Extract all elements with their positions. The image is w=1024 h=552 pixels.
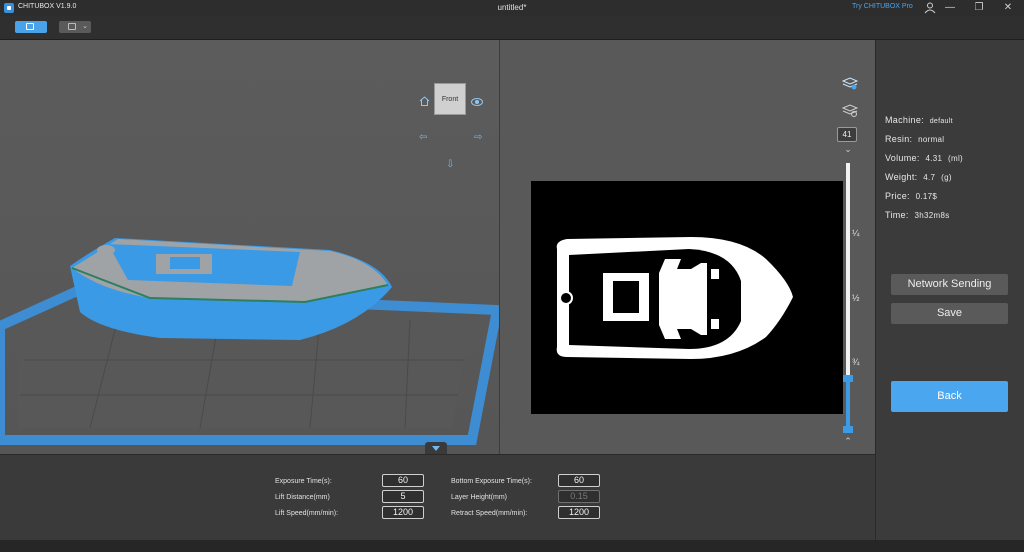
- weight-unit: (g): [941, 173, 952, 182]
- exposure-time-label: Exposure Time(s):: [275, 478, 332, 485]
- time-value: 3h32m8s: [914, 211, 950, 220]
- close-button[interactable]: ✕: [999, 1, 1017, 15]
- lift-distance-label: Lift Distance(mm): [275, 494, 330, 501]
- user-icon[interactable]: [921, 1, 939, 15]
- layer-dropdown-button[interactable]: ⌄: [59, 21, 91, 33]
- network-sending-button[interactable]: Network Sending: [891, 274, 1008, 295]
- bottom-exposure-label: Bottom Exposure Time(s):: [451, 478, 532, 485]
- layer-number-input[interactable]: 41: [837, 127, 857, 142]
- price-info: Price: 0.17$: [885, 191, 937, 201]
- layer-hide-icon[interactable]: [842, 103, 858, 117]
- layer-up-chevron-icon[interactable]: ⌃: [843, 436, 853, 447]
- 3d-viewport[interactable]: ⇧ ⇦ ⇨ ⇩: [0, 40, 504, 454]
- machine-value: default: [929, 118, 953, 125]
- minimize-button[interactable]: —: [941, 1, 959, 15]
- time-label: Time:: [885, 210, 909, 220]
- try-pro-link[interactable]: Try CHITUBOX Pro: [852, 3, 913, 10]
- cabin-opening: [613, 281, 639, 313]
- cabin-outline: [659, 259, 707, 339]
- slice-view-button[interactable]: [15, 21, 47, 33]
- toolbar: ⌄: [0, 16, 1024, 40]
- volume-unit: (ml): [948, 154, 964, 163]
- chitubox-window: CHITUBOX V1.9.0 untitled* Try CHITUBOX P…: [0, 0, 1024, 552]
- collapse-settings-toggle[interactable]: [425, 442, 447, 454]
- print-settings-panel: [0, 454, 875, 540]
- layer-height-input: 0.15: [558, 490, 600, 503]
- lift-distance-input[interactable]: 5: [382, 490, 424, 503]
- weight-info: Weight: 4.7 (g): [885, 172, 952, 182]
- chevron-down-icon: ⌄: [82, 23, 88, 30]
- slider-mark-half: ½: [852, 293, 860, 303]
- rotate-left-icon[interactable]: ⇦: [419, 133, 427, 143]
- layer-dropdown-icon: [68, 23, 76, 30]
- lift-speed-label: Lift Speed(mm/min):: [275, 510, 339, 517]
- slice-view-icon: [26, 23, 34, 30]
- layer-down-chevron-icon[interactable]: ⌄: [843, 144, 853, 155]
- view-cube[interactable]: Front: [434, 83, 466, 115]
- eye-icon[interactable]: [471, 98, 483, 106]
- bollard: [97, 245, 115, 255]
- volume-info: Volume: 4.31 (ml): [885, 153, 963, 163]
- layer-slider-fill: [846, 379, 850, 431]
- retract-speed-input[interactable]: 1200: [558, 506, 600, 519]
- weight-value: 4.7: [923, 173, 936, 182]
- lift-speed-input[interactable]: 1200: [382, 506, 424, 519]
- save-button[interactable]: Save: [891, 303, 1008, 324]
- resin-value: normal: [918, 135, 945, 144]
- restore-button[interactable]: ❐: [970, 1, 988, 15]
- rotate-down-icon[interactable]: ⇩: [446, 160, 454, 170]
- volume-value: 4.31: [925, 154, 943, 163]
- rotate-right-icon[interactable]: ⇨: [474, 133, 482, 143]
- resin-info: Resin: normal: [885, 134, 944, 144]
- resin-label: Resin:: [885, 134, 913, 144]
- time-info: Time: 3h32m8s: [885, 210, 950, 220]
- layer-slider-bottom-thumb[interactable]: [843, 426, 853, 433]
- bollard-hole: [559, 291, 573, 305]
- slider-mark-quarter: ¼: [852, 228, 860, 238]
- back-button[interactable]: Back: [891, 381, 1008, 412]
- volume-label: Volume:: [885, 153, 920, 163]
- cleat-bottom: [711, 319, 719, 329]
- cleat-top: [711, 269, 719, 279]
- machine-info: Machine: default: [885, 115, 953, 125]
- layer-height-label: Layer Height(mm): [451, 494, 508, 501]
- weight-label: Weight:: [885, 172, 918, 182]
- bottom-exposure-input[interactable]: 60: [558, 474, 600, 487]
- layer-view-icon[interactable]: [842, 76, 858, 90]
- price-label: Price:: [885, 191, 910, 201]
- price-value: 0.17$: [915, 192, 938, 201]
- layer-image: [531, 181, 843, 414]
- status-bar: [0, 540, 1024, 552]
- cube-face-label: Front: [441, 96, 459, 103]
- cabin-window: [170, 257, 200, 269]
- machine-label: Machine:: [885, 115, 924, 125]
- hull-interior: [569, 249, 741, 349]
- slider-mark-three-quarter: ¾: [852, 357, 860, 367]
- layer-slice-shape: [556, 237, 793, 359]
- layer-slider-thumb[interactable]: [843, 375, 853, 382]
- home-icon[interactable]: [419, 96, 430, 106]
- retract-speed-label: Retract Speed(mm/min):: [451, 510, 528, 517]
- exposure-time-input[interactable]: 60: [382, 474, 424, 487]
- title-bar: CHITUBOX V1.9.0 untitled* Try CHITUBOX P…: [0, 0, 1024, 16]
